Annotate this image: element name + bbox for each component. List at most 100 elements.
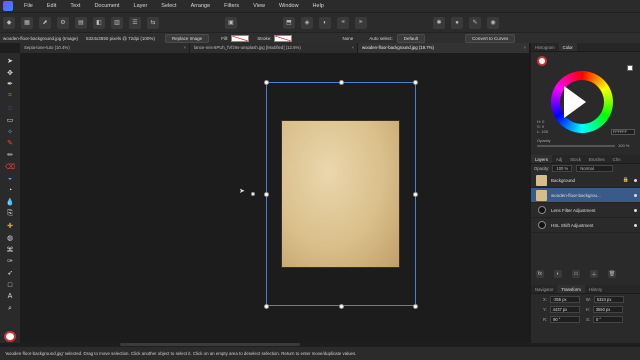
layer-row-lens-filter[interactable]: Lens Filter Adjustment xyxy=(531,203,640,218)
tab-adjustments[interactable]: Adj xyxy=(552,155,566,163)
layer-opacity-field[interactable]: 100 % xyxy=(552,165,573,172)
visibility-toggle[interactable] xyxy=(634,194,637,197)
tab-navigator[interactable]: Navigator xyxy=(531,285,557,293)
visibility-toggle[interactable] xyxy=(634,224,637,227)
color-picker-icon[interactable]: ✒ xyxy=(5,80,15,89)
persona-icon[interactable]: ◆ xyxy=(3,16,15,29)
menu-document[interactable]: Document xyxy=(87,3,126,9)
insert-icon[interactable]: ⬒ xyxy=(283,16,295,29)
resize-handle[interactable] xyxy=(339,80,344,85)
tab-brushes[interactable]: Brushes xyxy=(585,155,609,163)
resize-handle[interactable] xyxy=(339,304,344,309)
add-layer-icon[interactable]: ＋ xyxy=(590,270,598,278)
menu-file[interactable]: File xyxy=(17,3,40,9)
red-eye-tool-icon[interactable]: ◍ xyxy=(5,233,15,242)
resize-handle[interactable] xyxy=(264,80,269,85)
tab-channels[interactable]: Chn xyxy=(609,155,625,163)
clone-tool-icon[interactable]: ⎘ xyxy=(5,210,15,219)
pixel-tool-icon[interactable]: ✏ xyxy=(5,151,15,160)
node-tool-icon[interactable]: ➶ xyxy=(5,269,15,278)
flood-select-icon[interactable]: ✧ xyxy=(5,127,15,136)
color-icon[interactable]: ● xyxy=(451,16,463,29)
boolean-icon[interactable]: ◈ xyxy=(301,16,313,29)
text-tool-icon[interactable]: A xyxy=(5,292,15,301)
primary-color-swatch[interactable] xyxy=(4,330,16,342)
healing-tool-icon[interactable]: ✚ xyxy=(5,222,15,231)
mask-icon[interactable]: ◐ xyxy=(319,16,331,29)
marquee-tool-icon[interactable]: ▭ xyxy=(5,115,15,124)
w-field[interactable]: 5324 px xyxy=(593,295,624,303)
visibility-toggle[interactable] xyxy=(634,179,637,182)
rotation-field[interactable]: 90 ° xyxy=(550,315,581,323)
x-field[interactable]: -355 px xyxy=(549,295,580,303)
tab-color[interactable]: Color xyxy=(558,43,577,51)
grid-icon[interactable]: ▤ xyxy=(75,16,87,29)
menu-layer[interactable]: Layer xyxy=(127,3,155,9)
pixel-persona-icon[interactable]: ▦ xyxy=(21,16,33,29)
saturation-triangle[interactable] xyxy=(564,86,586,118)
gear-icon[interactable]: ⚙ xyxy=(57,16,69,29)
canvas-area[interactable]: ➤ xyxy=(20,53,539,343)
menu-edit[interactable]: Edit xyxy=(40,3,63,9)
tab-wooden-floor[interactable]: wooden-floor-background.jpg (19.7%) × xyxy=(358,43,530,53)
auto-select-label[interactable]: Auto select: xyxy=(369,36,393,41)
rotation-handle[interactable] xyxy=(251,192,255,196)
export-persona-icon[interactable]: ⬈ xyxy=(39,16,51,29)
quick-mask-icon[interactable]: ▣ xyxy=(225,16,237,29)
menu-arrange[interactable]: Arrange xyxy=(184,3,218,9)
mesh-warp-icon[interactable]: ⌘ xyxy=(5,245,15,254)
y-field[interactable]: 4437 px xyxy=(549,305,580,313)
align-icon[interactable]: ☰ xyxy=(129,16,141,29)
dodge-tool-icon[interactable]: ◔ xyxy=(5,186,15,195)
move-tool-icon[interactable]: ➤ xyxy=(5,57,15,66)
menu-select[interactable]: Select xyxy=(154,3,183,9)
layer-row-hsl-shift[interactable]: HSL Shift Adjustment xyxy=(531,218,640,233)
replace-image-button[interactable]: Replace Image xyxy=(164,33,210,43)
order-icon[interactable]: ▥ xyxy=(111,16,123,29)
snapping-icon[interactable]: ◧ xyxy=(93,16,105,29)
align-right-icon[interactable]: ⫸ xyxy=(355,16,367,29)
menu-view[interactable]: View xyxy=(246,3,272,9)
zoom-tool-icon[interactable]: ⌕ xyxy=(5,304,15,313)
hex-input[interactable]: FFFFFF xyxy=(611,129,635,135)
color-wheel[interactable] xyxy=(551,71,613,133)
convert-to-curves-button[interactable]: Convert to Curves xyxy=(465,33,516,43)
delete-layer-icon[interactable]: 🗑 xyxy=(608,270,616,278)
visibility-toggle[interactable] xyxy=(634,209,637,212)
resize-handle[interactable] xyxy=(264,192,269,197)
close-icon[interactable]: × xyxy=(351,45,354,50)
auto-select-dropdown[interactable]: Default xyxy=(396,33,426,43)
layer-fx-icon[interactable]: fx xyxy=(536,270,544,278)
blend-mode-dropdown[interactable]: Normal xyxy=(576,165,613,172)
lock-icon[interactable]: 🔒 xyxy=(623,177,629,183)
tab-histogram[interactable]: Histogram xyxy=(531,43,559,51)
close-icon[interactable]: × xyxy=(523,45,526,50)
flip-icon[interactable]: ⇆ xyxy=(147,16,159,29)
assistant-icon[interactable]: ✱ xyxy=(433,16,445,29)
h-field[interactable]: 3550 px xyxy=(592,305,623,313)
view-tool-icon[interactable]: ✥ xyxy=(5,68,15,77)
fill-swatch[interactable] xyxy=(231,34,250,42)
erase-brush-icon[interactable]: ⌫ xyxy=(5,163,15,172)
crop-tool-icon[interactable]: ⌗ xyxy=(5,92,15,101)
resize-handle[interactable] xyxy=(413,80,418,85)
layer-row-background[interactable]: Background 🔒 xyxy=(531,173,640,188)
fill-color-swatch[interactable] xyxy=(537,56,547,66)
tab-history[interactable]: History xyxy=(585,285,606,293)
tab-lance-reis[interactable]: lance-reis-8PUh_fVfz9s-unsplash.jpg [Mod… xyxy=(190,43,358,53)
menu-help[interactable]: Help xyxy=(306,3,331,9)
fill-tool-icon[interactable]: ◒ xyxy=(5,174,15,183)
tab-stock[interactable]: Stock xyxy=(566,155,585,163)
close-icon[interactable]: × xyxy=(183,45,186,50)
layer-row-wooden-floor[interactable]: wooden-floor-backgrou... xyxy=(531,188,640,203)
menu-filters[interactable]: Filters xyxy=(217,3,246,9)
paint-brush-icon[interactable]: ✎ xyxy=(5,139,15,148)
add-group-icon[interactable]: ▭ xyxy=(572,270,580,278)
resize-handle[interactable] xyxy=(264,304,269,309)
menu-window[interactable]: Window xyxy=(272,3,306,9)
blur-tool-icon[interactable]: 💧 xyxy=(5,198,15,207)
pen-tool-icon[interactable]: ✑ xyxy=(5,257,15,266)
eye-icon[interactable]: ◉ xyxy=(487,16,499,29)
resize-handle[interactable] xyxy=(413,304,418,309)
brush-icon[interactable]: ✎ xyxy=(469,16,481,29)
